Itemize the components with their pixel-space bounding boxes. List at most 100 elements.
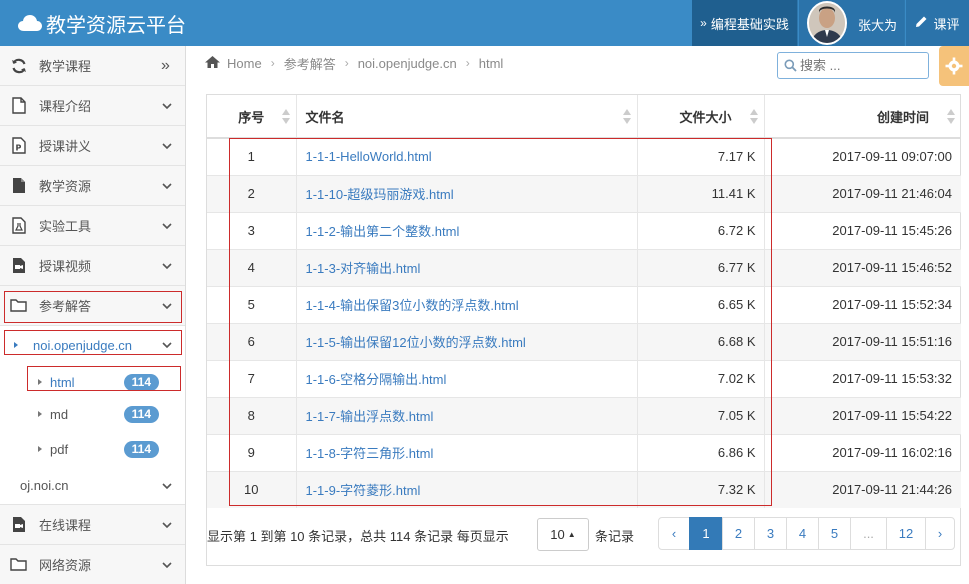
- caret-right-icon: [38, 379, 42, 385]
- file-link[interactable]: 1-1-9-字符菱形.html: [296, 470, 638, 508]
- search-box[interactable]: [777, 52, 929, 79]
- count-badge: 114: [123, 405, 159, 423]
- file-solid-icon: [10, 177, 28, 195]
- sidebar-item-online-courses[interactable]: 在线课程: [0, 505, 185, 545]
- cell-index: 2: [207, 174, 297, 212]
- file-link[interactable]: 1-1-4-输出保留3位小数的浮点数.html: [296, 285, 638, 323]
- caret-right-icon: [38, 446, 42, 452]
- sidebar-item-resources[interactable]: 教学资源: [0, 166, 185, 206]
- breadcrumb-home[interactable]: Home: [227, 56, 262, 71]
- nav-programming-label: 编程基础实践: [710, 16, 789, 32]
- cell-created: 2017-09-11 15:45:26: [764, 211, 961, 249]
- cell-index: 6: [207, 322, 297, 360]
- search-input[interactable]: [800, 56, 924, 75]
- folder-open-icon: [10, 297, 28, 315]
- sidebar-leaf-md[interactable]: md 114: [0, 396, 185, 432]
- sort-icon: [947, 109, 955, 125]
- file-table: 序号 文件名 文件大小 创建时间 1 1-1-1-HelloWorld.html 7…: [207, 95, 961, 508]
- table-row: 6 1-1-5-输出保留12位小数的浮点数.html 6.68 K 2017-09-1…: [207, 322, 961, 360]
- sidebar-item-videos[interactable]: 授课视频: [0, 246, 185, 286]
- top-header: 教学资源云平台 » 编程基础实践 张大为 课评: [0, 0, 969, 46]
- page-4[interactable]: 4: [786, 517, 819, 550]
- file-link[interactable]: 1-1-10-超级玛丽游戏.html: [296, 174, 638, 212]
- sidebar-leaf-pdf[interactable]: pdf 114: [0, 431, 185, 467]
- sidebar-leaf-html[interactable]: html 114: [0, 364, 185, 400]
- cell-filesize: 6.68 K: [637, 322, 765, 360]
- sidebar-item-label: 实验工具: [39, 219, 92, 234]
- svg-text:P: P: [16, 144, 22, 153]
- brand-title: 教学资源云平台: [46, 14, 186, 37]
- file-link[interactable]: 1-1-8-字符三角形.html: [296, 433, 638, 471]
- column-header-filename[interactable]: 文件名: [296, 95, 638, 139]
- cell-filesize: 7.05 K: [637, 396, 765, 434]
- cell-index: 7: [207, 359, 297, 397]
- chevron-down-icon: [162, 222, 172, 229]
- cell-created: 2017-09-11 21:44:26: [764, 470, 961, 508]
- page-12[interactable]: 12: [886, 517, 926, 550]
- home-icon[interactable]: [204, 55, 221, 72]
- file-link[interactable]: 1-1-2-输出第二个整数.html: [296, 211, 638, 249]
- column-header-filesize[interactable]: 文件大小: [637, 95, 765, 139]
- cell-filesize: 6.86 K: [637, 433, 765, 471]
- page-2[interactable]: 2: [722, 517, 755, 550]
- cell-filesize: 11.41 K: [637, 174, 765, 212]
- sidebar-sub-openjudge[interactable]: noi.openjudge.cn: [0, 326, 185, 364]
- cell-created: 2017-09-11 15:54:22: [764, 396, 961, 434]
- table-row: 8 1-1-7-输出浮点数.html 7.05 K 2017-09-11 15:54:…: [207, 396, 961, 434]
- page-1[interactable]: 1: [689, 517, 723, 550]
- avatar[interactable]: [807, 1, 847, 45]
- page-3[interactable]: 3: [754, 517, 787, 550]
- sidebar-item-label: 教学资源: [39, 179, 92, 194]
- sidebar-item-answers[interactable]: 参考解答: [0, 286, 185, 326]
- next-page-button[interactable]: ›: [925, 517, 955, 550]
- pagination-info-suffix: 条记录: [595, 529, 635, 544]
- sidebar-item-label: 授课视频: [39, 259, 92, 274]
- breadcrumb-level2[interactable]: noi.openjudge.cn: [358, 56, 457, 71]
- chevron-down-icon: [162, 182, 172, 189]
- user-name[interactable]: 张大为: [858, 15, 897, 34]
- flask-file-icon: [10, 217, 28, 235]
- column-header-created[interactable]: 创建时间: [764, 95, 961, 139]
- column-header-index[interactable]: 序号: [207, 95, 297, 139]
- settings-button[interactable]: [939, 46, 969, 86]
- chevron-down-icon: [162, 483, 172, 490]
- file-link[interactable]: 1-1-6-空格分隔输出.html: [296, 359, 638, 397]
- sidebar-item-intro[interactable]: 课程介绍: [0, 86, 185, 126]
- cell-created: 2017-09-11 15:51:16: [764, 322, 961, 360]
- chevron-down-icon: [162, 302, 172, 309]
- sidebar-item-lectures[interactable]: P 授课讲义: [0, 126, 185, 166]
- cell-index: 4: [207, 248, 297, 286]
- brand[interactable]: 教学资源云平台: [18, 9, 186, 37]
- caret-right-icon: [38, 411, 42, 417]
- sidebar-item-lab-tools[interactable]: 实验工具: [0, 206, 185, 246]
- nav-evaluation-button[interactable]: 课评: [906, 0, 969, 46]
- double-chevron-right-icon: »: [700, 16, 707, 30]
- sidebar-item-label: 教学课程: [39, 59, 92, 74]
- cloud-icon: [18, 14, 42, 32]
- breadcrumb-level1[interactable]: 参考解答: [284, 54, 336, 73]
- sidebar-item-web-resources[interactable]: 网络资源: [0, 545, 185, 584]
- nav-programming-button[interactable]: » 编程基础实践: [692, 0, 798, 46]
- sidebar-item-courses[interactable]: 教学课程 »: [0, 46, 185, 86]
- file-link[interactable]: 1-1-7-输出浮点数.html: [296, 396, 638, 434]
- sidebar-item-label: 在线课程: [39, 518, 92, 533]
- cell-filesize: 6.77 K: [637, 248, 765, 286]
- prev-page-button[interactable]: ‹: [658, 517, 690, 550]
- sidebar-item-label: 参考解答: [39, 299, 92, 314]
- page-5[interactable]: 5: [818, 517, 851, 550]
- cell-created: 2017-09-11 15:52:34: [764, 285, 961, 323]
- cell-index: 5: [207, 285, 297, 323]
- page-size-value: 10: [550, 527, 565, 542]
- search-icon: [784, 59, 797, 72]
- file-link[interactable]: 1-1-3-对齐输出.html: [296, 248, 638, 286]
- page-size-select[interactable]: 10 ▲: [537, 518, 589, 551]
- cell-filesize: 6.65 K: [637, 285, 765, 323]
- breadcrumb-separator: ›: [465, 56, 470, 70]
- sidebar-sub-oj[interactable]: oj.noi.cn: [0, 467, 185, 505]
- file-icon: [10, 97, 28, 115]
- file-link[interactable]: 1-1-5-输出保留12位小数的浮点数.html: [296, 322, 638, 360]
- cell-index: 8: [207, 396, 297, 434]
- gear-icon: [945, 57, 963, 75]
- double-chevron-right-icon[interactable]: »: [161, 57, 173, 73]
- file-link[interactable]: 1-1-1-HelloWorld.html: [296, 137, 638, 175]
